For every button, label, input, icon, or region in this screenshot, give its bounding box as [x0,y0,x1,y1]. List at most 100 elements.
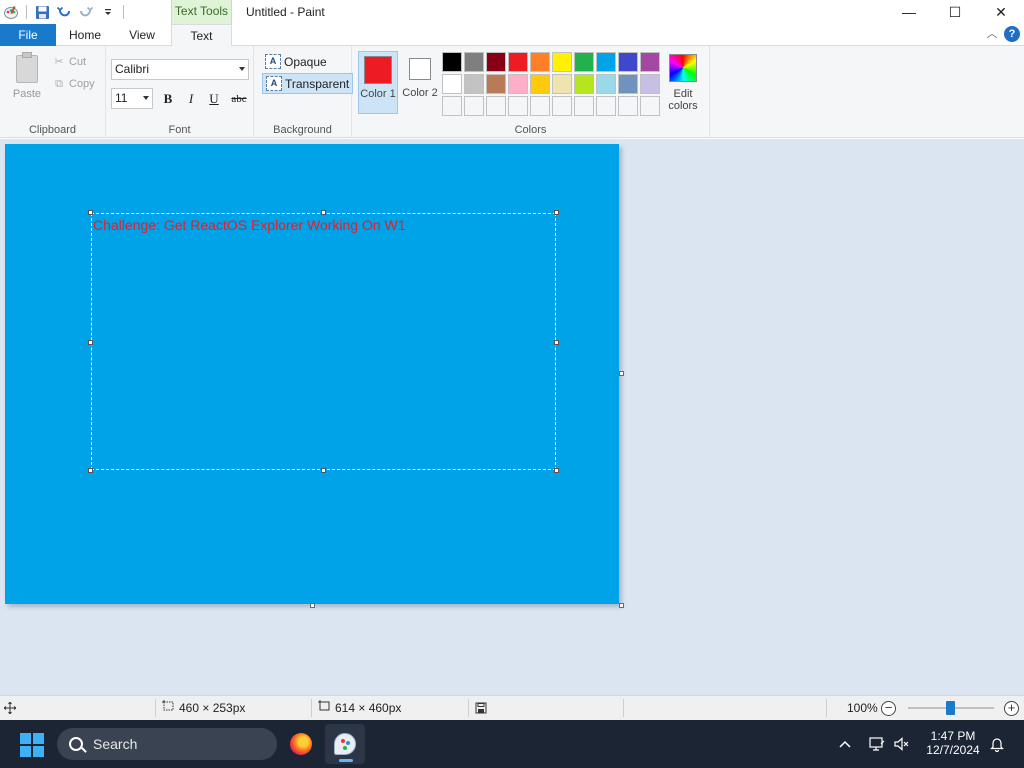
font-family-dropdown[interactable]: Calibri [111,59,249,80]
taskbar-search-box[interactable]: Search [57,728,277,760]
palette-custom-slot[interactable] [640,96,660,116]
color2-button[interactable]: Color 2 [400,51,440,114]
minimize-button[interactable]: — [886,0,932,24]
taskbar-clock[interactable]: 1:47 PM 12/7/2024 [920,729,986,757]
color2-label: Color 2 [402,87,438,99]
color1-button[interactable]: Color 1 [358,51,398,114]
copy-button[interactable]: ⧉ Copy [52,74,95,94]
canvas-resize-handle-bottom[interactable] [310,603,315,608]
network-icon[interactable] [866,720,888,768]
font-group-label: Font [168,124,191,136]
opaque-button[interactable]: A Opaque [262,51,330,72]
palette-color-swatch[interactable] [618,74,638,94]
palette-color-swatch[interactable] [464,74,484,94]
cut-button[interactable]: ✂ Cut [52,52,86,72]
zoom-in-button[interactable]: + [1004,701,1019,716]
canvas-resize-handle-corner[interactable] [619,603,624,608]
palette-custom-slot[interactable] [574,96,594,116]
palette-color-swatch[interactable] [508,74,528,94]
status-separator [311,699,312,717]
show-hidden-icons-button[interactable] [834,720,856,768]
edit-colors-button[interactable]: Edit colors [666,51,700,112]
palette-color-swatch[interactable] [552,74,572,94]
customize-qat-icon[interactable] [97,1,119,23]
paint-taskbar-button[interactable] [325,724,365,764]
copy-label: Copy [69,78,95,90]
undo-icon[interactable] [53,1,75,23]
palette-custom-slot[interactable] [442,96,462,116]
tab-file[interactable]: File [0,24,56,46]
zoom-out-button[interactable]: − [881,701,896,716]
palette-color-swatch[interactable] [618,52,638,72]
canvas-resize-handle-right[interactable] [619,371,624,376]
maximize-button[interactable]: ☐ [932,0,978,24]
palette-color-swatch[interactable] [640,74,660,94]
redo-icon[interactable] [75,1,97,23]
palette-color-swatch[interactable] [486,74,506,94]
palette-custom-slot[interactable] [530,96,550,116]
text-box-handle[interactable] [554,210,559,215]
italic-button[interactable]: I [181,89,201,109]
text-box-handle[interactable] [321,210,326,215]
palette-color-swatch[interactable] [508,52,528,72]
transparent-button[interactable]: A Transparent [262,73,354,94]
text-box-handle[interactable] [554,468,559,473]
text-box-handle[interactable] [88,340,93,345]
collapse-ribbon-icon[interactable]: ︿ [984,26,1000,42]
tab-view[interactable]: View [115,24,169,46]
color-palette [442,52,660,116]
palette-color-swatch[interactable] [486,52,506,72]
notification-bell-icon[interactable] [986,720,1008,768]
palette-color-swatch[interactable] [574,74,594,94]
palette-custom-slot[interactable] [486,96,506,116]
palette-color-swatch[interactable] [442,74,462,94]
palette-custom-slot[interactable] [464,96,484,116]
help-icon[interactable]: ? [1004,26,1020,42]
text-box-handle[interactable] [88,468,93,473]
palette-color-swatch[interactable] [530,52,550,72]
drawing-canvas[interactable]: Challenge: Get ReactOS Explorer Working … [5,144,619,604]
text-box-content[interactable]: Challenge: Get ReactOS Explorer Working … [93,217,406,233]
font-size-dropdown[interactable]: 11 [111,88,153,109]
paste-button[interactable]: Paste [8,52,46,104]
canvas-workspace[interactable]: Challenge: Get ReactOS Explorer Working … [0,139,1024,695]
text-box-handle[interactable] [554,340,559,345]
tab-home[interactable]: Home [58,24,112,46]
text-box-handle[interactable] [88,210,93,215]
palette-custom-slot[interactable] [596,96,616,116]
volume-muted-icon[interactable] [891,720,913,768]
firefox-taskbar-button[interactable] [281,724,321,764]
strikethrough-button[interactable]: abc [228,89,250,109]
palette-color-swatch[interactable] [640,52,660,72]
minimize-icon: — [902,4,916,20]
palette-custom-slot[interactable] [508,96,528,116]
bold-button[interactable]: B [158,89,178,109]
underline-button[interactable]: U [204,89,224,109]
quick-access-toolbar [0,0,128,24]
palette-color-swatch[interactable] [530,74,550,94]
palette-color-swatch[interactable] [442,52,462,72]
clock-time: 1:47 PM [930,729,976,743]
tab-text[interactable]: Text [171,24,232,47]
palette-custom-slot[interactable] [552,96,572,116]
paint-app-icon[interactable] [0,1,22,23]
palette-color-swatch[interactable] [596,74,616,94]
opaque-label: Opaque [284,54,327,69]
zoom-slider-thumb[interactable] [946,701,955,715]
palette-color-swatch[interactable] [464,52,484,72]
window-controls: — ☐ ✕ [886,0,1024,24]
palette-color-swatch[interactable] [574,52,594,72]
font-group: Calibri 11 B I U abc Font [106,46,254,138]
status-bar: 460 × 253px 614 × 460px 100% − + [0,695,1024,720]
close-button[interactable]: ✕ [978,0,1024,24]
palette-custom-slot[interactable] [618,96,638,116]
windows-start-button[interactable] [20,733,44,757]
palette-color-swatch[interactable] [596,52,616,72]
colors-group-label: Colors [514,124,547,136]
ribbon: Paste ✂ Cut ⧉ Copy Clipboard Calibri 11 … [0,46,1024,138]
text-box-handle[interactable] [321,468,326,473]
save-icon[interactable] [31,1,53,23]
title-bar: Text Tools Untitled - Paint — ☐ ✕ [0,0,1024,24]
palette-color-swatch[interactable] [552,52,572,72]
text-box[interactable]: Challenge: Get ReactOS Explorer Working … [91,213,556,470]
